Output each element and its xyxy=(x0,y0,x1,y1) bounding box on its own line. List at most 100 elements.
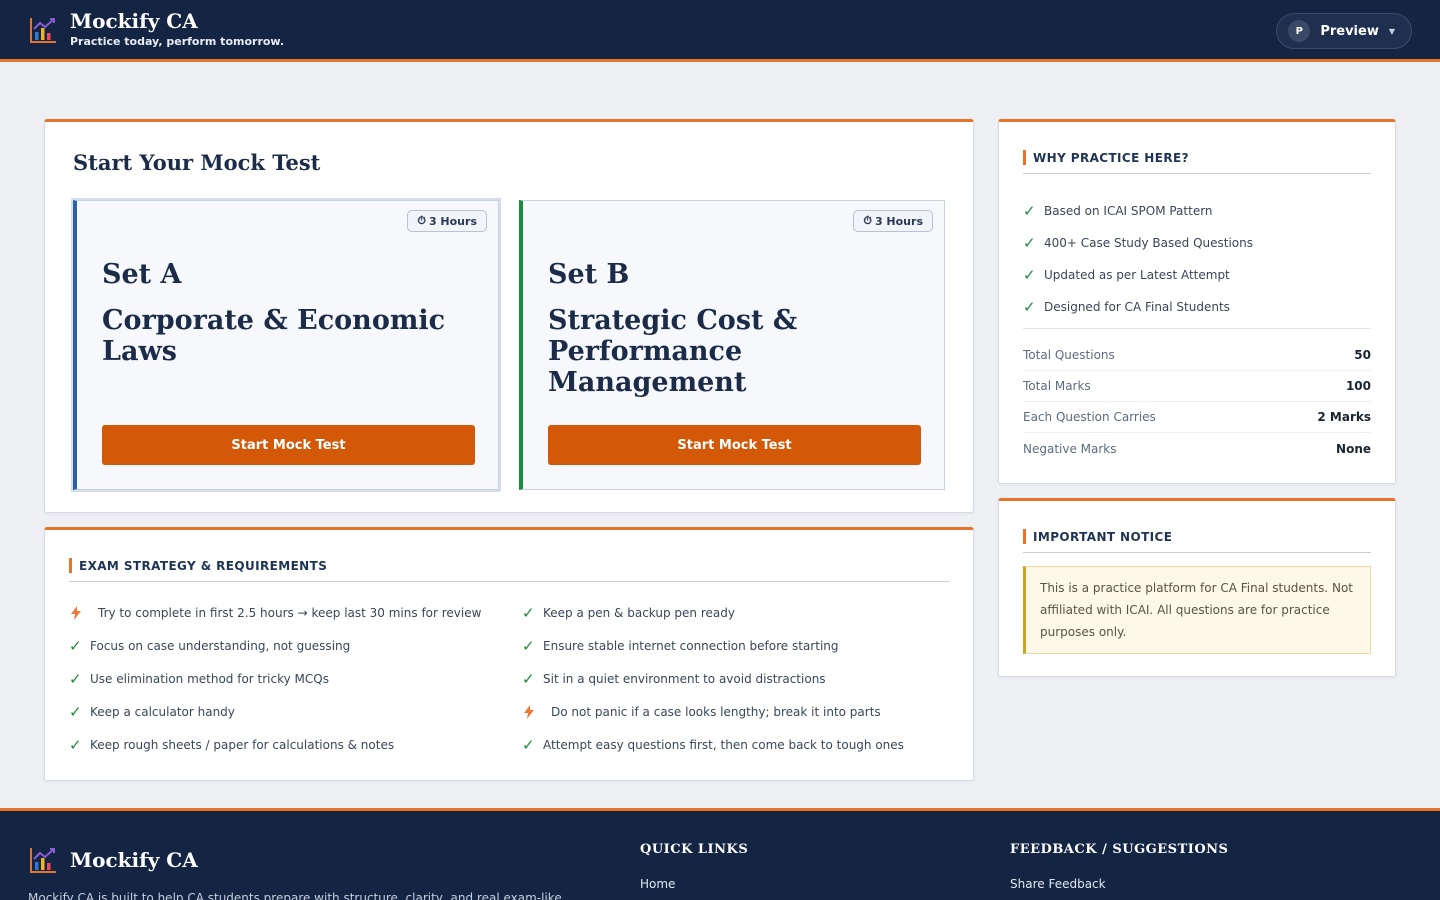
list-item: ✓ Use elimination method for tricky MCQs xyxy=(69,662,481,695)
quick-links-title: QUICK LINKS xyxy=(640,842,749,857)
list-item: ✓ Ensure stable internet connection befor… xyxy=(522,629,904,662)
list-item: ✓ Keep a calculator handy xyxy=(69,695,481,728)
duration-label: 3 Hours xyxy=(874,214,923,228)
stopwatch-icon: ⏱ xyxy=(863,214,872,227)
heading-accent-bar xyxy=(1023,529,1026,544)
point-text: Based on ICAI SPOM Pattern xyxy=(1044,204,1213,218)
strategy-text: Keep a pen & backup pen ready xyxy=(543,605,735,620)
stat-row: Each Question Carries 2 Marks xyxy=(1023,402,1371,433)
strategy-text: Focus on case understanding, not guessin… xyxy=(90,638,351,653)
notice-text: This is a practice platform for CA Final… xyxy=(1023,566,1371,654)
feedback-title: FEEDBACK / SUGGESTIONS xyxy=(1010,842,1229,857)
stat-value: None xyxy=(1336,441,1371,456)
stat-row: Negative Marks None xyxy=(1023,433,1371,464)
lightning-icon xyxy=(522,704,551,719)
heading-accent-bar xyxy=(69,558,72,573)
check-icon: ✓ xyxy=(1023,202,1036,220)
app-tagline: Practice today, perform tomorrow. xyxy=(70,35,285,48)
mock-test-card: Start Your Mock Test ⏱ 3 Hours Set A Cor… xyxy=(44,119,974,513)
list-item: ✓ Attempt easy questions first, then come… xyxy=(522,728,904,761)
stat-label: Negative Marks xyxy=(1023,441,1117,456)
divider xyxy=(1023,552,1371,553)
check-icon: ✓ xyxy=(69,702,82,721)
stopwatch-icon: ⏱ xyxy=(417,214,426,227)
strategy-list-right: ✓ Keep a pen & backup pen ready ✓ Ensure s… xyxy=(522,596,904,761)
important-notice-card: IMPORTANT NOTICE This is a practice plat… xyxy=(998,498,1396,677)
duration-label: 3 Hours xyxy=(428,214,477,228)
divider xyxy=(1023,173,1371,174)
set-subject: Strategic Cost & Performance Management xyxy=(548,305,798,398)
check-icon: ✓ xyxy=(69,636,82,655)
footer-link-share-feedback[interactable]: Share Feedback xyxy=(1010,877,1106,891)
caret-down-icon: ▼ xyxy=(1388,26,1395,36)
set-a-card[interactable]: ⏱ 3 Hours Set A Corporate & Economic Law… xyxy=(73,200,499,490)
list-item: ✓ Based on ICAI SPOM Pattern xyxy=(1023,195,1253,227)
strategy-list-left: Try to complete in first 2.5 hours → kee… xyxy=(69,596,481,761)
section-heading: IMPORTANT NOTICE xyxy=(1023,529,1172,544)
stat-row: Total Questions 50 xyxy=(1023,340,1371,371)
heading-accent-bar xyxy=(1023,150,1026,165)
footer: Mockify CA Mockify CA is built to help C… xyxy=(0,808,1440,900)
stat-label: Total Marks xyxy=(1023,379,1091,393)
brand[interactable]: Mockify CA Practice today, perform tomor… xyxy=(28,9,284,48)
strategy-text: Keep rough sheets / paper for calculatio… xyxy=(90,737,395,752)
start-mock-test-button-set-b[interactable]: Start Mock Test xyxy=(548,425,921,465)
footer-link-home[interactable]: Home xyxy=(640,877,675,891)
preview-menu-button[interactable]: P Preview ▼ xyxy=(1276,13,1412,49)
chart-logo-icon xyxy=(30,18,56,43)
point-text: Updated as per Latest Attempt xyxy=(1044,268,1230,282)
point-text: 400+ Case Study Based Questions xyxy=(1044,236,1253,250)
stat-value: 2 Marks xyxy=(1317,410,1371,424)
divider xyxy=(69,581,949,582)
list-item: ✓ 400+ Case Study Based Questions xyxy=(1023,227,1253,259)
strategy-text: Sit in a quiet environment to avoid dist… xyxy=(543,671,826,686)
check-icon: ✓ xyxy=(69,669,82,688)
avatar: P xyxy=(1288,20,1311,42)
divider xyxy=(1023,328,1371,329)
check-icon: ✓ xyxy=(522,636,535,655)
strategy-text: Use elimination method for tricky MCQs xyxy=(90,671,329,686)
preview-label: Preview xyxy=(1320,23,1379,39)
stat-value: 50 xyxy=(1354,348,1371,362)
list-item: ✓ Keep rough sheets / paper for calculati… xyxy=(69,728,481,761)
why-practice-card: WHY PRACTICE HERE? ✓ Based on ICAI SPOM P… xyxy=(998,119,1396,484)
section-heading: WHY PRACTICE HERE? xyxy=(1023,150,1189,165)
footer-brand[interactable]: Mockify CA xyxy=(28,845,198,875)
strategy-text: Attempt easy questions first, then come … xyxy=(543,737,904,752)
check-icon: ✓ xyxy=(522,735,535,754)
footer-description: Mockify CA is built to help CA students … xyxy=(28,891,562,900)
check-icon: ✓ xyxy=(522,669,535,688)
start-mock-test-button-set-a[interactable]: Start Mock Test xyxy=(102,425,475,465)
strategy-text: Keep a calculator handy xyxy=(90,704,235,719)
check-icon: ✓ xyxy=(1023,234,1036,252)
strategy-heading: EXAM STRATEGY & REQUIREMENTS xyxy=(79,558,328,573)
check-icon: ✓ xyxy=(1023,298,1036,316)
check-icon: ✓ xyxy=(1023,266,1036,284)
duration-badge: ⏱ 3 Hours xyxy=(407,210,487,232)
list-item: Try to complete in first 2.5 hours → kee… xyxy=(69,596,481,629)
stat-row: Total Marks 100 xyxy=(1023,371,1371,402)
section-heading: EXAM STRATEGY & REQUIREMENTS xyxy=(69,558,327,573)
strategy-text: Ensure stable internet connection before… xyxy=(543,638,839,653)
app-name: Mockify CA xyxy=(70,9,198,33)
lightning-icon xyxy=(69,605,98,620)
why-points-list: ✓ Based on ICAI SPOM Pattern ✓ 400+ Case S… xyxy=(1023,195,1253,323)
list-item: Do not panic if a case looks lengthy; br… xyxy=(522,695,904,728)
notice-heading: IMPORTANT NOTICE xyxy=(1033,529,1173,544)
set-b-card[interactable]: ⏱ 3 Hours Set B Strategic Cost & Perform… xyxy=(519,200,945,490)
list-item: ✓ Keep a pen & backup pen ready xyxy=(522,596,904,629)
list-item: ✓ Designed for CA Final Students xyxy=(1023,291,1253,323)
set-subject: Corporate & Economic Laws xyxy=(102,305,446,367)
why-heading: WHY PRACTICE HERE? xyxy=(1033,150,1189,165)
stat-label: Total Questions xyxy=(1023,348,1115,362)
strategy-text: Do not panic if a case looks lengthy; br… xyxy=(551,704,881,719)
set-name: Set A xyxy=(102,259,182,290)
duration-badge: ⏱ 3 Hours xyxy=(853,210,933,232)
list-item: ✓ Updated as per Latest Attempt xyxy=(1023,259,1253,291)
exam-stats: Total Questions 50 Total Marks 100 Each Qu… xyxy=(1023,340,1371,464)
exam-strategy-card: EXAM STRATEGY & REQUIREMENTS Try to comp… xyxy=(44,527,974,781)
check-icon: ✓ xyxy=(522,603,535,622)
footer-app-name: Mockify CA xyxy=(70,848,198,872)
mock-test-title: Start Your Mock Test xyxy=(73,150,321,175)
stat-value: 100 xyxy=(1345,379,1371,393)
